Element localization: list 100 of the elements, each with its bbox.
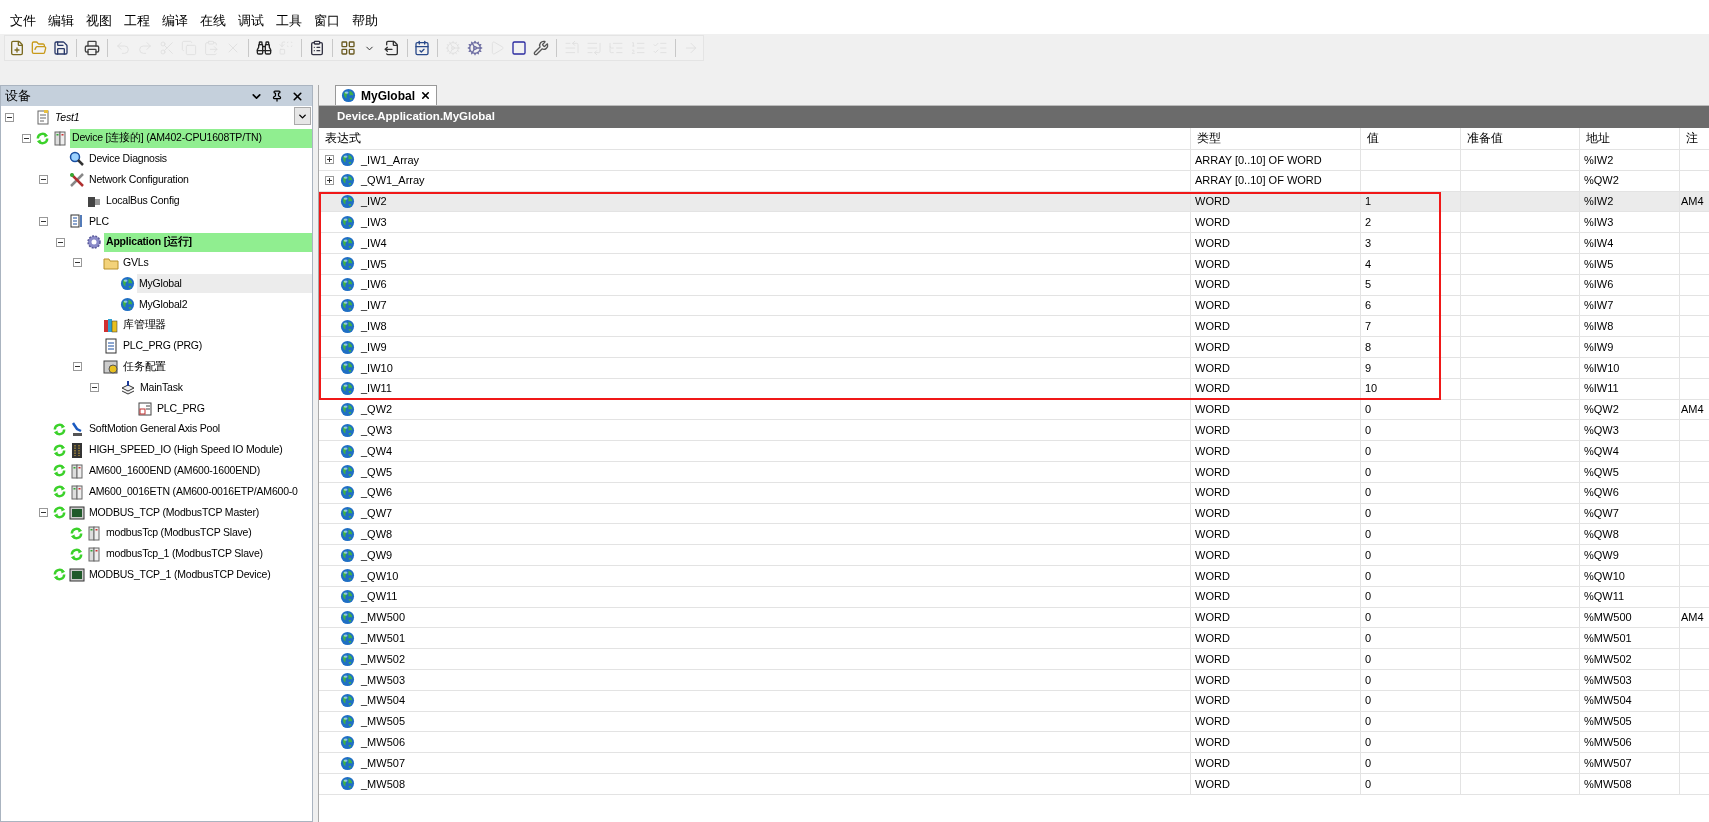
file-output-icon[interactable] [382,38,401,58]
tree-item[interactable]: modbusTcp_1 (ModbusTCP Slave) [104,544,312,564]
column-header[interactable]: 准备值 [1467,129,1503,148]
menu-item[interactable]: 编译 [156,10,194,30]
table-row[interactable]: _QW1_Array ARRAY [0..10] OF WORD %QW2 [319,170,1709,192]
tree-item[interactable]: PLC [87,211,312,231]
menu-item[interactable]: 调试 [232,10,270,30]
dropdown-button[interactable] [294,107,311,125]
refresh-icon [69,546,84,562]
collapse-toggle[interactable] [90,383,99,393]
table-row[interactable]: _IW2 WORD 1 %IW2 AM4 [319,191,1709,213]
tree-item[interactable]: 任务配置 [121,357,312,377]
collapse-toggle[interactable] [39,175,48,185]
close-icon[interactable] [420,90,431,101]
table-row[interactable]: _IW6 WORD 5 %IW6 [319,274,1709,296]
menu-item[interactable]: 视图 [80,10,118,30]
table-row[interactable]: _IW10 WORD 9 %IW10 [319,357,1709,379]
table-row[interactable]: _QW7 WORD 0 %QW7 [319,503,1709,525]
table-row[interactable]: _MW504 WORD 0 %MW504 [319,690,1709,712]
menu-item[interactable]: 工具 [270,10,308,30]
wrench-icon[interactable] [532,38,551,58]
new-file-icon[interactable] [8,38,26,58]
tree-item[interactable]: MyGlobal2 [137,295,312,315]
table-cell-text: %MW505 [1584,714,1632,730]
grid-icon[interactable] [338,38,357,58]
table-row[interactable]: _MW501 WORD 0 %MW501 [319,628,1709,650]
collapse-toggle[interactable] [39,508,48,518]
expand-toggle[interactable] [325,176,334,186]
menu-item[interactable]: 编辑 [42,10,80,30]
tree-item[interactable]: PLC_PRG [155,399,312,419]
table-row[interactable]: _MW507 WORD 0 %MW507 [319,753,1709,774]
table-row[interactable]: _MW508 WORD 0 %MW508 [319,773,1709,795]
column-header[interactable]: 类型 [1197,129,1221,148]
table-row[interactable]: _IW1_Array ARRAY [0..10] OF WORD %IW2 [319,150,1709,171]
table-row[interactable]: _IW3 WORD 2 %IW3 [319,212,1709,234]
table-row[interactable]: _QW3 WORD 0 %QW3 [319,420,1709,442]
column-header[interactable]: 值 [1367,129,1379,148]
binoculars-icon[interactable] [254,38,273,58]
close-icon[interactable] [291,89,304,103]
table-row[interactable]: _QW4 WORD 0 %QW4 [319,441,1709,462]
table-row[interactable]: _QW2 WORD 0 %QW2 AM4 [319,399,1709,421]
tree-item[interactable]: MyGlobal [137,274,312,294]
expand-toggle[interactable] [325,155,334,165]
menu-item[interactable]: 在线 [194,10,232,30]
table-row[interactable]: _MW505 WORD 0 %MW505 [319,711,1709,733]
menu-item[interactable]: 帮助 [346,10,384,30]
table-row[interactable]: _IW5 WORD 4 %IW5 [319,254,1709,275]
tree-item[interactable]: MODBUS_TCP_1 (ModbusTCP Device) [87,565,312,585]
tree-item[interactable]: PLC_PRG (PRG) [121,336,312,356]
tree-item[interactable]: Test1 [53,107,312,127]
tree-item[interactable]: AM600_1600END (AM600-1600END) [87,461,312,481]
table-row[interactable]: _QW8 WORD 0 %QW8 [319,524,1709,546]
table-row[interactable]: _IW7 WORD 6 %IW7 [319,295,1709,317]
tools-icon [69,171,85,188]
tree-item[interactable]: MainTask [138,378,312,398]
collapse-toggle[interactable] [22,133,31,143]
table-row[interactable]: _IW11 WORD 10 %IW11 [319,378,1709,400]
table-row[interactable]: _IW9 WORD 8 %IW9 [319,337,1709,358]
table-row[interactable]: _MW503 WORD 0 %MW503 [319,669,1709,691]
tree-item[interactable]: Network Configuration [87,170,312,190]
tree-item[interactable]: MODBUS_TCP (ModbusTCP Master) [87,503,312,523]
gear-icon[interactable] [466,38,485,58]
editor-tab[interactable]: MyGlobal [335,85,437,105]
calendar-icon[interactable] [413,38,432,58]
table-row[interactable]: _QW10 WORD 0 %QW10 [319,565,1709,587]
collapse-toggle[interactable] [73,362,82,372]
tree-item[interactable]: LocalBus Config [104,191,312,211]
tree-item[interactable]: Device [连接的] (AM402-CPU1608TP/TN) [70,128,312,148]
menu-item[interactable]: 文件 [4,10,42,30]
table-row[interactable]: _IW4 WORD 3 %IW4 [319,233,1709,254]
tree-item[interactable]: Device Diagnosis [87,149,312,169]
tree-item[interactable]: Application [运行] [104,232,312,252]
printer-icon[interactable] [82,38,101,58]
collapse-toggle[interactable] [73,258,82,268]
table-row[interactable]: _MW500 WORD 0 %MW500 AM4 [319,607,1709,629]
table-row[interactable]: _QW9 WORD 0 %QW9 [319,545,1709,566]
menu-item[interactable]: 窗口 [308,10,346,30]
table-row[interactable]: _QW5 WORD 0 %QW5 [319,461,1709,483]
menu-item[interactable]: 工程 [118,10,156,30]
collapse-toggle[interactable] [39,216,48,226]
tree-item[interactable]: SoftMotion General Axis Pool [87,419,312,439]
column-header[interactable]: 注 [1686,129,1698,148]
stop-icon[interactable] [510,38,529,58]
table-cell-text: _MW503 [361,672,406,688]
column-header[interactable]: 表达式 [325,129,361,148]
table-row[interactable]: _QW11 WORD 0 %QW11 [319,586,1709,608]
tree-item[interactable]: HIGH_SPEED_IO (High Speed IO Module) [87,440,312,460]
table-row[interactable]: _IW8 WORD 7 %IW8 [319,316,1709,338]
collapse-toggle[interactable] [56,237,65,247]
column-header[interactable]: 地址 [1586,129,1610,148]
save-icon[interactable] [51,38,70,58]
table-row[interactable]: _MW506 WORD 0 %MW506 [319,732,1709,754]
tree-item[interactable]: GVLs [121,253,312,273]
tree-item[interactable]: modbusTcp (ModbusTCP Slave) [104,523,312,543]
table-row[interactable]: _QW6 WORD 0 %QW6 [319,482,1709,504]
collapse-toggle[interactable] [5,112,14,122]
tree-item[interactable]: AM600_0016ETN (AM600-0016ETP/AM600-0 [87,482,312,502]
table-row[interactable]: _MW502 WORD 0 %MW502 [319,649,1709,670]
pin-icon[interactable] [271,90,283,102]
tree-item[interactable]: 库管理器 [121,315,312,335]
